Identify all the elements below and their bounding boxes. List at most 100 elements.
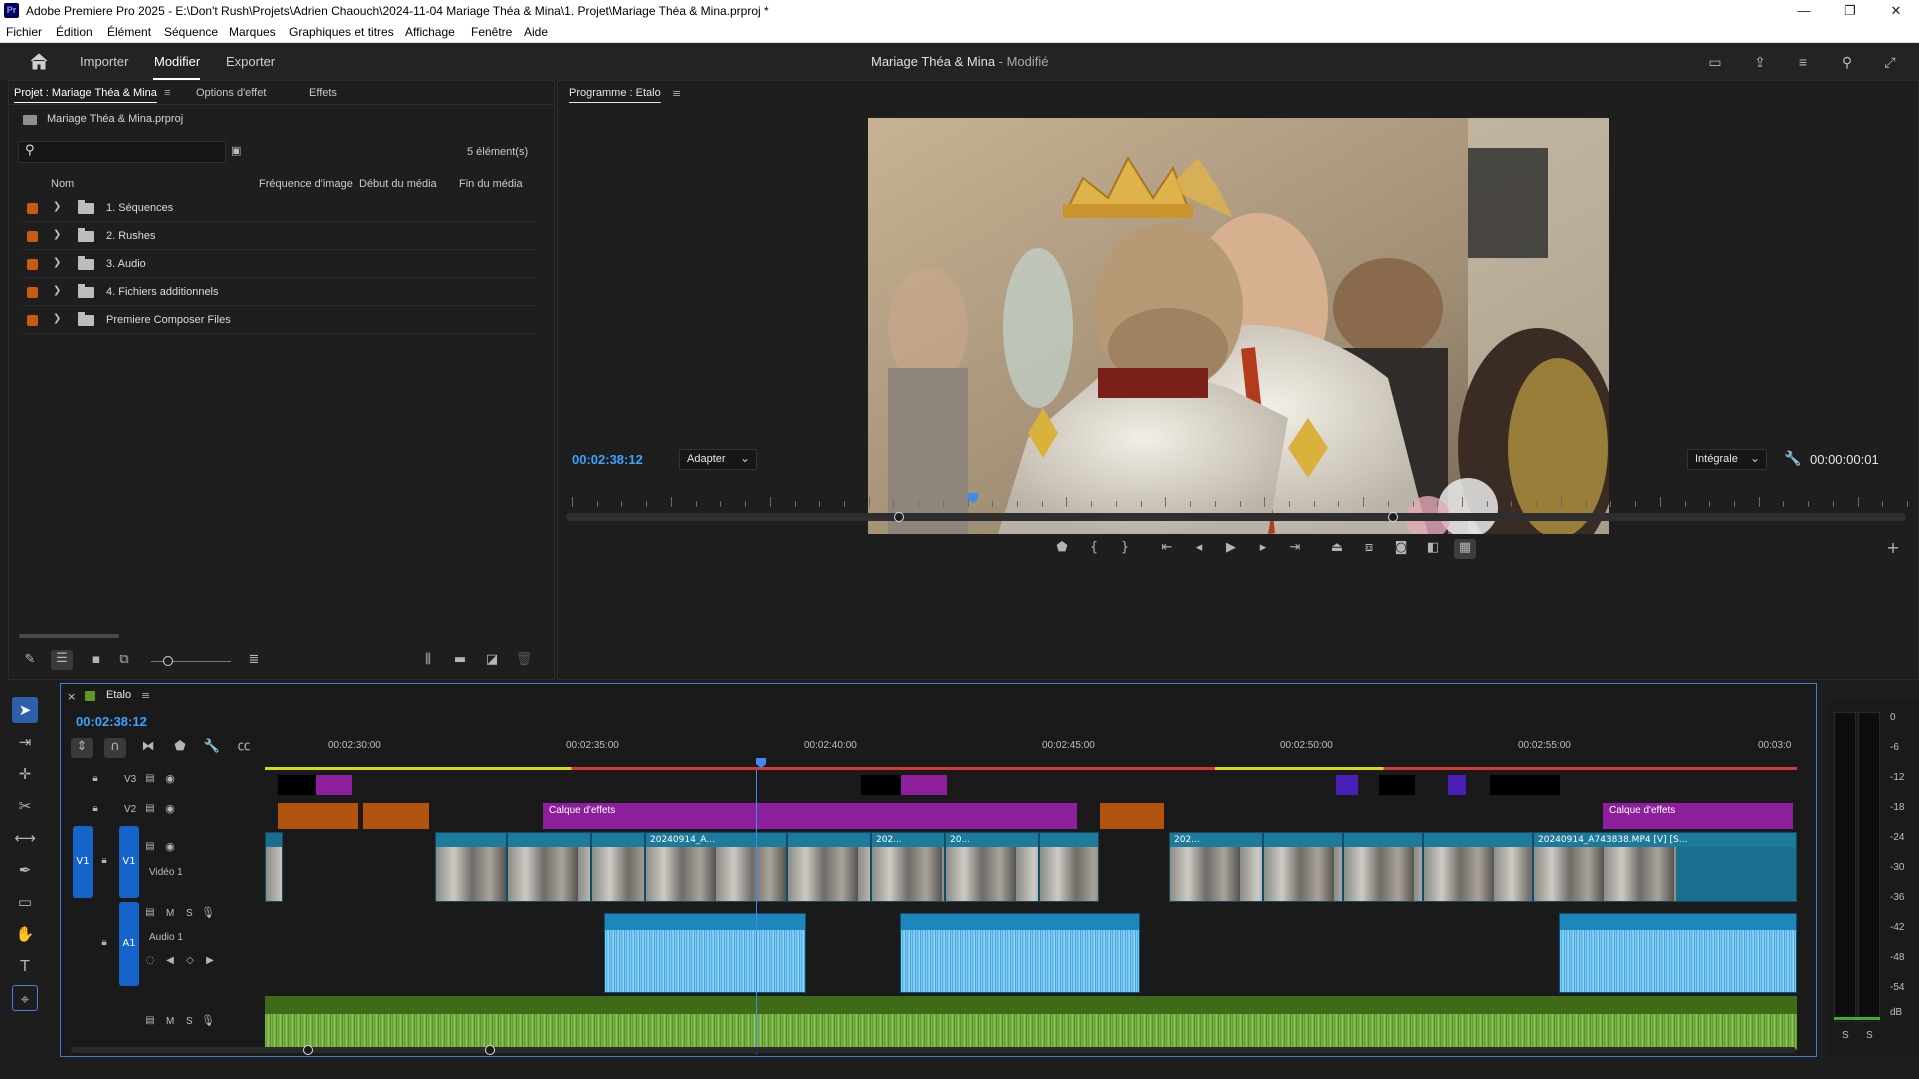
proxy-toggle-icon[interactable]: ▦ bbox=[1454, 539, 1476, 559]
new-bin-from-search-icon[interactable]: ▣ bbox=[231, 144, 241, 157]
track-a1-target[interactable]: A1 bbox=[119, 902, 139, 986]
snap-icon[interactable]: ∩ bbox=[104, 738, 126, 758]
monitor-zoom-bar[interactable] bbox=[566, 513, 1906, 521]
add-keyframe-icon[interactable]: ◇ bbox=[183, 952, 197, 970]
mute-button[interactable]: M bbox=[166, 1016, 174, 1027]
video-clip[interactable]: 202... bbox=[1169, 832, 1263, 902]
adjustment-layer-clip[interactable]: Calque d'effets bbox=[543, 803, 1077, 829]
menu-marques[interactable]: Marques bbox=[229, 25, 276, 39]
video-clip[interactable] bbox=[1263, 832, 1343, 902]
go-to-in-icon[interactable]: ⇤ bbox=[1158, 539, 1176, 557]
tab-modifier[interactable]: Modifier bbox=[154, 54, 200, 69]
menu-edition[interactable]: Édition bbox=[56, 25, 93, 39]
video-clip[interactable] bbox=[265, 832, 283, 902]
sort-icon[interactable]: ≣ bbox=[245, 651, 263, 669]
solo-left-button[interactable]: S bbox=[1842, 1030, 1849, 1041]
automate-to-sequence-icon[interactable]: ⫼ bbox=[419, 651, 437, 669]
lock-icon[interactable]: 🔒︎ bbox=[97, 934, 111, 952]
video-clip[interactable]: 20240914_A... bbox=[645, 832, 787, 902]
label-color-swatch[interactable] bbox=[27, 287, 38, 298]
orange-clip[interactable] bbox=[363, 803, 429, 829]
orange-clip[interactable] bbox=[278, 803, 358, 829]
wrench-icon[interactable]: 🔧 bbox=[1784, 451, 1801, 467]
film-icon[interactable]: ▤ bbox=[143, 770, 157, 788]
scroll-end-handle[interactable] bbox=[485, 1045, 495, 1055]
tab-project[interactable]: Projet : Mariage Théa & Mina bbox=[14, 87, 157, 99]
audio-clip[interactable] bbox=[900, 913, 1140, 993]
eye-icon[interactable]: ◉ bbox=[163, 800, 177, 818]
video-clip[interactable] bbox=[1039, 832, 1099, 902]
horizontal-scrollbar[interactable] bbox=[19, 634, 119, 638]
video-clip[interactable]: 20240914_A743838.MP4 [V] [S... bbox=[1533, 832, 1797, 902]
icon-view-icon[interactable]: ▪ bbox=[87, 651, 105, 669]
chevron-right-icon[interactable]: ❯ bbox=[53, 229, 61, 240]
sequence-tab[interactable]: Etalo bbox=[106, 689, 131, 701]
type-tool-icon[interactable]: T bbox=[12, 953, 38, 979]
maximize-button[interactable]: ❐ bbox=[1827, 0, 1873, 22]
lock-icon[interactable]: 🔒︎ bbox=[88, 770, 102, 788]
mark-out-icon[interactable]: } bbox=[1116, 539, 1134, 557]
tab-importer[interactable]: Importer bbox=[80, 54, 128, 69]
share-icon[interactable]: ⇪ bbox=[1751, 53, 1769, 71]
orange-clip[interactable] bbox=[1100, 803, 1164, 829]
color-clip[interactable] bbox=[1448, 775, 1466, 795]
zoom-slider-thumb[interactable] bbox=[163, 656, 173, 666]
insert-sequence-icon[interactable]: ⇕ bbox=[71, 738, 93, 758]
new-bin-icon[interactable]: ▬ bbox=[451, 651, 469, 669]
solo-button[interactable]: S bbox=[186, 1016, 193, 1027]
mute-button[interactable]: M bbox=[166, 908, 174, 919]
camera-icon[interactable]: ◙ bbox=[1392, 539, 1410, 557]
comparison-view-icon[interactable]: ◧ bbox=[1424, 539, 1442, 557]
eye-icon[interactable]: ◉ bbox=[163, 770, 177, 788]
black-clip[interactable] bbox=[1490, 775, 1560, 795]
col-media-end[interactable]: Fin du média bbox=[459, 178, 523, 190]
tab-exporter[interactable]: Exporter bbox=[226, 54, 275, 69]
list-item[interactable]: ❯ 3. Audio bbox=[21, 251, 537, 278]
go-to-out-icon[interactable]: ⇥ bbox=[1286, 539, 1304, 557]
pen-tool-icon[interactable]: ✒ bbox=[12, 857, 38, 883]
video-clip[interactable] bbox=[1423, 832, 1533, 902]
black-clip[interactable] bbox=[278, 775, 316, 795]
razor-icon[interactable]: ✂ bbox=[12, 793, 38, 819]
slip-tool-icon[interactable]: ⟷ bbox=[12, 825, 38, 851]
adjustment-clip[interactable] bbox=[316, 775, 352, 795]
col-media-start[interactable]: Début du média bbox=[359, 178, 437, 190]
film-icon[interactable]: ▤ bbox=[143, 800, 157, 818]
pencil-icon[interactable]: ✎ bbox=[21, 651, 39, 669]
add-button-icon[interactable]: + bbox=[1884, 539, 1902, 557]
speech-to-text-icon[interactable]: ⌖ bbox=[12, 985, 38, 1011]
program-menu-icon[interactable]: ≡ bbox=[672, 87, 681, 100]
col-frame-rate[interactable]: Fréquence d'image bbox=[259, 178, 353, 190]
add-marker-icon[interactable]: ⬟ bbox=[1053, 539, 1071, 557]
monitor-time-ruler[interactable] bbox=[572, 495, 1908, 507]
film-icon[interactable]: ▤ bbox=[143, 904, 157, 922]
menu-element[interactable]: Élément bbox=[107, 25, 151, 39]
color-clip[interactable] bbox=[1336, 775, 1358, 795]
source-patch-v1[interactable]: V1 bbox=[73, 826, 93, 898]
timeline-scrollbar[interactable] bbox=[71, 1047, 1796, 1053]
program-timecode[interactable]: 00:02:38:12 bbox=[572, 452, 643, 467]
tab-effect-options[interactable]: Options d'effet bbox=[196, 87, 266, 99]
timeline-timecode[interactable]: 00:02:38:12 bbox=[76, 714, 147, 729]
project-menu-icon[interactable]: ≡ bbox=[164, 87, 170, 99]
menu-sequence[interactable]: Séquence bbox=[164, 25, 218, 39]
chevron-right-icon[interactable]: ❯ bbox=[53, 201, 61, 212]
mark-in-icon[interactable]: { bbox=[1085, 539, 1103, 557]
black-clip[interactable] bbox=[1379, 775, 1415, 795]
video-clip[interactable] bbox=[1343, 832, 1423, 902]
black-clip[interactable] bbox=[861, 775, 901, 795]
video-preview[interactable] bbox=[868, 118, 1609, 534]
eye-icon[interactable]: ◉ bbox=[163, 838, 177, 856]
menu-graphiques[interactable]: Graphiques et titres bbox=[289, 25, 394, 39]
lock-icon[interactable]: 🔒︎ bbox=[97, 852, 111, 870]
video-clip[interactable]: 202... bbox=[871, 832, 945, 902]
chevron-right-icon[interactable]: ❯ bbox=[53, 285, 61, 296]
list-item[interactable]: ❯ Premiere Composer Files bbox=[21, 307, 537, 334]
volume-keyframe-icon[interactable]: ◌ bbox=[143, 952, 157, 970]
selection-tool-icon[interactable]: ➤ bbox=[12, 697, 38, 723]
close-sequence-icon[interactable]: × bbox=[67, 690, 76, 703]
rectangle-tool-icon[interactable]: ▭ bbox=[12, 889, 38, 915]
zoom-bar-end-handle[interactable] bbox=[1388, 512, 1398, 522]
sequence-menu-icon[interactable]: ≡ bbox=[141, 689, 150, 702]
track-select-icon[interactable]: ⇥ bbox=[12, 729, 38, 755]
